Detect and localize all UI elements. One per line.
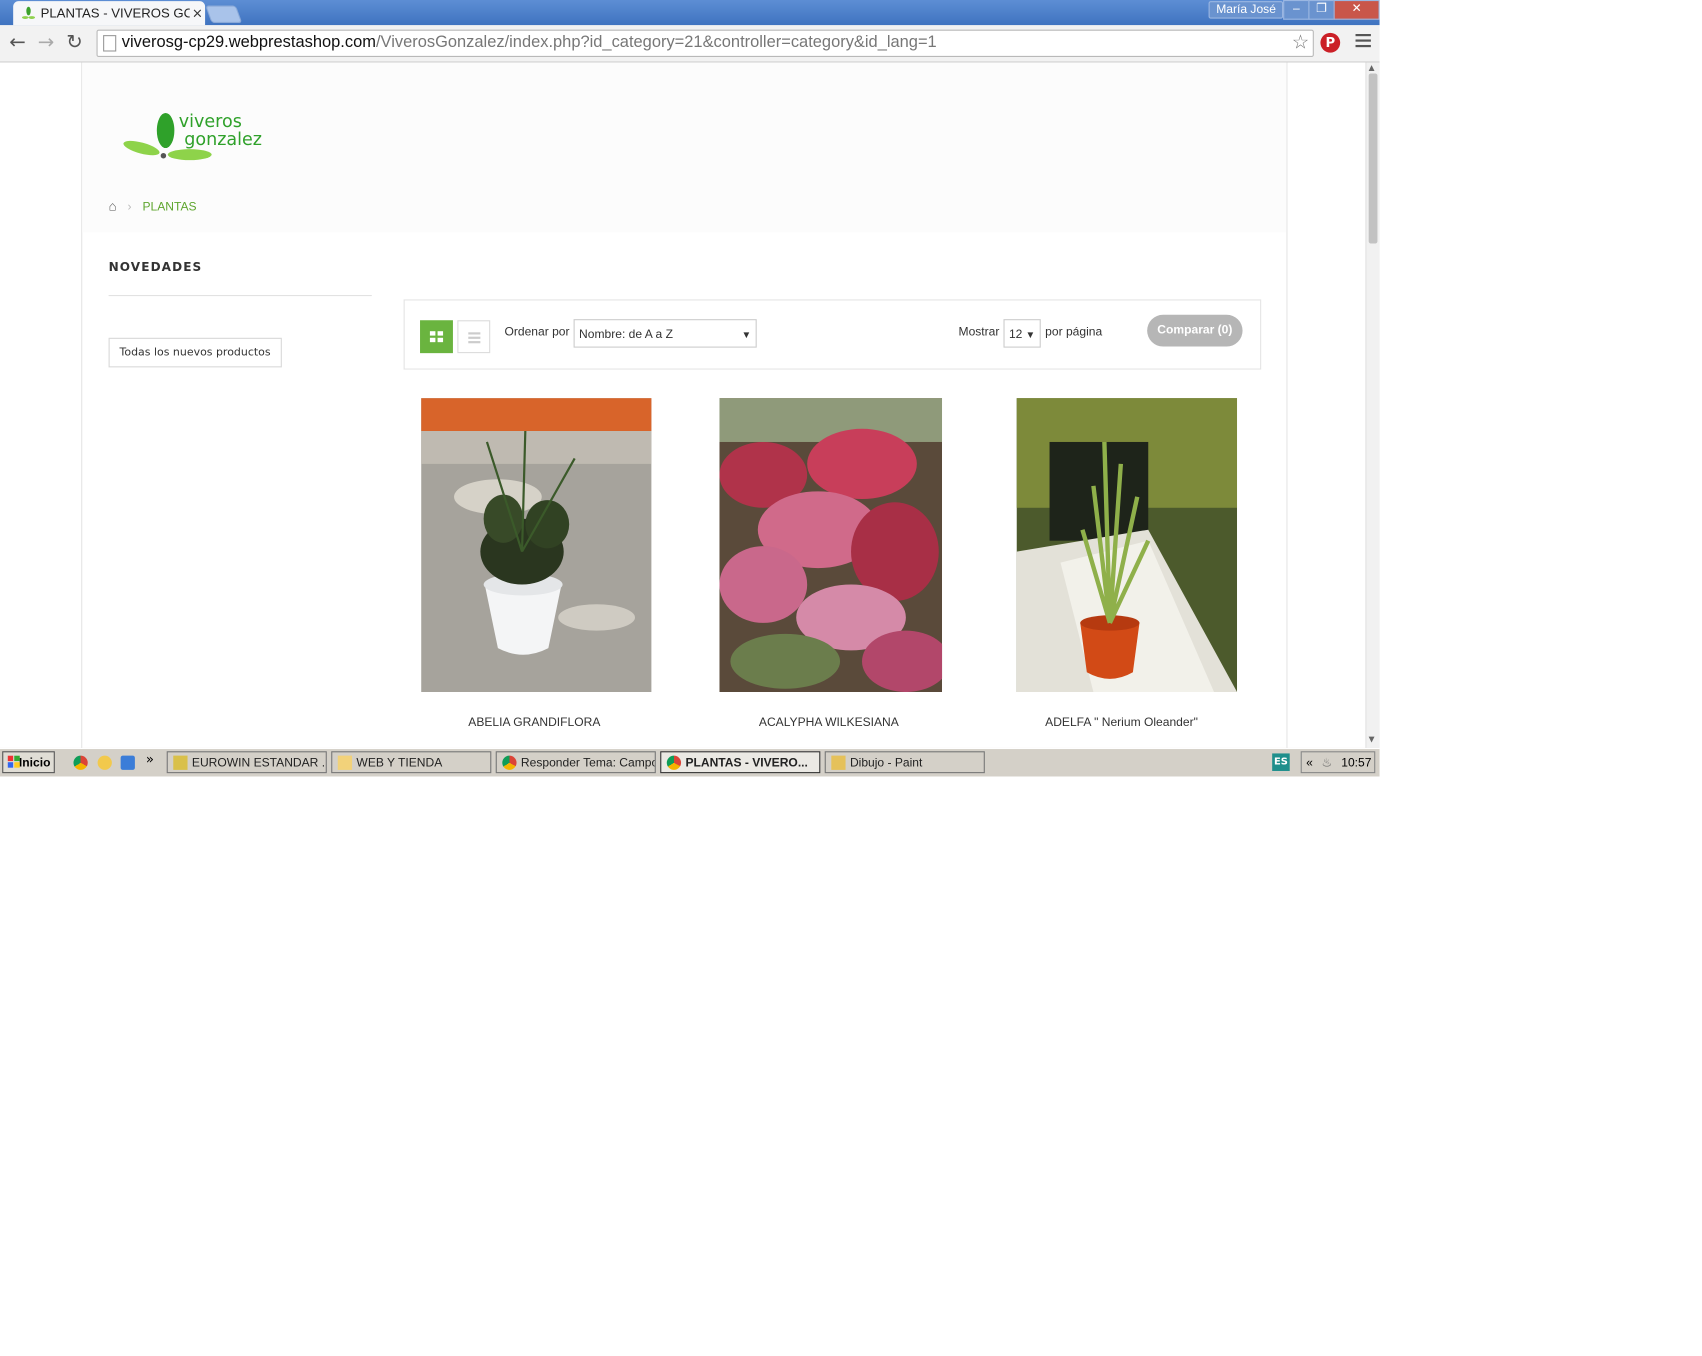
user-profile-button[interactable]: María José	[1208, 1, 1284, 19]
home-icon[interactable]: ⌂	[109, 199, 117, 214]
system-tray: « ♨ 10:57	[1300, 751, 1376, 774]
pinterest-icon[interactable]: P	[1320, 32, 1341, 53]
sort-select[interactable]: Nombre: de A a Z ▼	[573, 319, 757, 348]
forward-arrow-icon[interactable]: →	[35, 31, 57, 54]
more-quicklaunch-icon[interactable]: »	[146, 751, 154, 766]
product-image-acalypha[interactable]	[719, 398, 943, 693]
list-view-icon[interactable]	[457, 320, 491, 354]
windows-logo-icon	[7, 755, 20, 768]
grid-view-icon[interactable]	[420, 320, 453, 354]
dropdown-arrow-icon: ▼	[741, 329, 752, 340]
taskbar-button-plantas[interactable]: PLANTAS - VIVERO...	[660, 751, 821, 774]
notification-bell-icon[interactable]: ♨	[1322, 752, 1333, 774]
ie-quicklaunch-icon[interactable]	[120, 755, 135, 770]
product-name[interactable]: ABELIA GRANDIFLORA	[468, 716, 600, 729]
tray-expand-icon[interactable]: «	[1306, 752, 1313, 774]
viveros-gonzalez-logo[interactable]: viveros gonzalez	[122, 109, 289, 166]
breadcrumb-current[interactable]: PLANTAS	[142, 201, 196, 214]
window-close-icon[interactable]: ✕	[1333, 0, 1380, 20]
sort-select-value: Nombre: de A a Z	[579, 327, 673, 342]
start-button[interactable]: Inicio	[2, 751, 55, 774]
browser-window: PLANTAS - VIVEROS GONZ × María José – ❐ …	[0, 0, 1380, 777]
logo-line2: gonzalez	[184, 130, 262, 150]
browser-tab[interactable]: PLANTAS - VIVEROS GONZ ×	[13, 1, 206, 26]
messenger-quicklaunch-icon[interactable]	[97, 755, 112, 770]
page-column: viveros gonzalez ⌂ › PLANTAS NOVEDADES Tod…	[81, 62, 1288, 748]
clock: 10:57	[1341, 756, 1372, 770]
scroll-up-icon[interactable]: ▲	[1369, 64, 1375, 73]
restore-icon[interactable]: ❐	[1308, 0, 1335, 20]
reload-icon[interactable]: ↻	[64, 31, 86, 54]
compare-button[interactable]: Comparar (0)	[1147, 314, 1243, 347]
start-label: Inicio	[18, 756, 51, 770]
vertical-scrollbar[interactable]: ▲ ▼	[1365, 62, 1380, 748]
show-label: Mostrar	[958, 325, 1000, 339]
taskbar-button-eurowin[interactable]: EUROWIN ESTANDAR ...	[166, 751, 327, 774]
back-arrow-icon[interactable]: ←	[7, 31, 29, 54]
folder-icon	[337, 755, 353, 770]
product-name[interactable]: ADELFA " Nerium Oleander"	[1045, 716, 1198, 729]
chrome-icon	[666, 755, 682, 770]
tab-close-icon[interactable]: ×	[190, 5, 205, 20]
sort-bar: Ordenar por Nombre: de A a Z ▼ Mostrar 12…	[403, 299, 1262, 370]
novedades-title: NOVEDADES	[108, 259, 203, 275]
menu-icon[interactable]	[1355, 33, 1371, 50]
per-page-value: 12	[1008, 327, 1023, 342]
taskbar-button-web-tienda[interactable]: WEB Y TIENDA	[331, 751, 492, 774]
minimize-icon[interactable]: –	[1283, 0, 1310, 20]
url-text: viverosg-cp29.webprestashop.com/ViverosG…	[121, 32, 937, 52]
taskbar-button-responder[interactable]: Responder Tema: Campo...	[495, 751, 656, 774]
paint-icon	[831, 755, 846, 770]
dropdown-arrow-icon: ▼	[1025, 329, 1036, 340]
product-image-adelfa[interactable]	[1016, 398, 1238, 693]
taskbar-button-paint[interactable]: Dibujo - Paint	[824, 751, 985, 774]
bookmark-star-icon[interactable]: ☆	[1292, 31, 1310, 54]
breadcrumb: ⌂ › PLANTAS	[109, 199, 197, 214]
product-name[interactable]: ACALYPHA WILKESIANA	[759, 716, 899, 729]
chevron-right-icon: ›	[127, 200, 132, 214]
tab-title: PLANTAS - VIVEROS GONZ	[40, 5, 190, 21]
per-page-label: por página	[1045, 325, 1103, 339]
browser-toolbar: ← → ↻ viverosg-cp29.webprestashop.com/Vi…	[0, 25, 1380, 63]
web-page: viveros gonzalez ⌂ › PLANTAS NOVEDADES Tod…	[0, 62, 1366, 748]
chrome-icon	[502, 755, 517, 770]
scroll-down-icon[interactable]: ▼	[1369, 735, 1375, 744]
address-bar[interactable]: viverosg-cp29.webprestashop.com/ViverosG…	[96, 29, 1314, 58]
scrollbar-thumb[interactable]	[1368, 73, 1378, 244]
leaf-favicon-icon	[21, 6, 36, 19]
language-indicator[interactable]: ES	[1272, 753, 1290, 771]
new-tab-button[interactable]	[205, 5, 243, 24]
divider	[108, 295, 372, 297]
title-bar: PLANTAS - VIVEROS GONZ × María José – ❐ …	[0, 0, 1380, 26]
product-image-abelia[interactable]	[421, 398, 652, 693]
windows-taskbar: Inicio » EUROWIN ESTANDAR ... WEB Y TIEN…	[0, 747, 1380, 777]
page-icon	[103, 35, 117, 52]
sort-label: Ordenar por	[504, 325, 570, 339]
all-new-products-button[interactable]: Todas los nuevos productos	[108, 337, 282, 368]
per-page-select[interactable]: 12 ▼	[1003, 319, 1041, 348]
chrome-quicklaunch-icon[interactable]	[73, 755, 88, 770]
eurowin-icon	[173, 755, 188, 770]
